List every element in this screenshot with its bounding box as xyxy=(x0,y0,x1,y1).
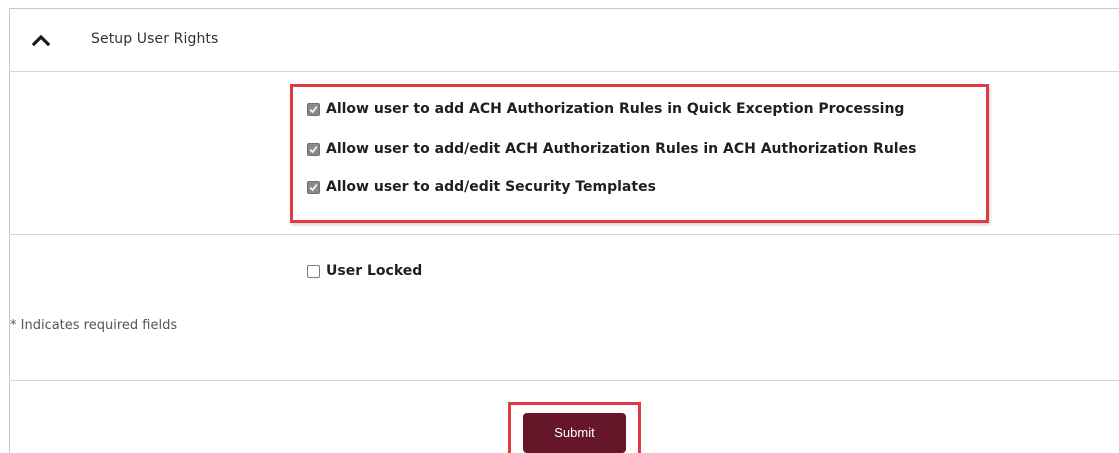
section-header[interactable]: Setup User Rights xyxy=(10,9,1119,71)
right-add-edit-security-templates[interactable]: Allow user to add/edit Security Template… xyxy=(307,179,656,195)
divider xyxy=(9,234,1119,235)
checkbox-checked-icon[interactable] xyxy=(307,102,320,116)
right-add-ach-rules-qep[interactable]: Allow user to add ACH Authorization Rule… xyxy=(307,101,904,117)
required-fields-note: * Indicates required fields xyxy=(10,318,178,333)
right-add-edit-ach-rules[interactable]: Allow user to add/edit ACH Authorization… xyxy=(307,141,916,157)
divider xyxy=(9,71,1119,72)
submit-button[interactable]: Submit xyxy=(523,413,626,453)
checkbox-checked-icon[interactable] xyxy=(307,180,320,194)
checkbox-unchecked-icon[interactable] xyxy=(307,264,320,278)
divider xyxy=(9,380,1119,381)
right-label: Allow user to add/edit ACH Authorization… xyxy=(326,141,917,157)
right-label: Allow user to add ACH Authorization Rule… xyxy=(326,101,905,117)
user-locked-option[interactable]: User Locked xyxy=(307,263,422,279)
checkbox-checked-icon[interactable] xyxy=(307,142,320,156)
right-label: Allow user to add/edit Security Template… xyxy=(326,179,656,195)
chevron-up-icon[interactable] xyxy=(30,29,52,51)
user-locked-label: User Locked xyxy=(326,263,423,279)
section-title: Setup User Rights xyxy=(91,31,219,47)
settings-panel xyxy=(9,8,1119,453)
